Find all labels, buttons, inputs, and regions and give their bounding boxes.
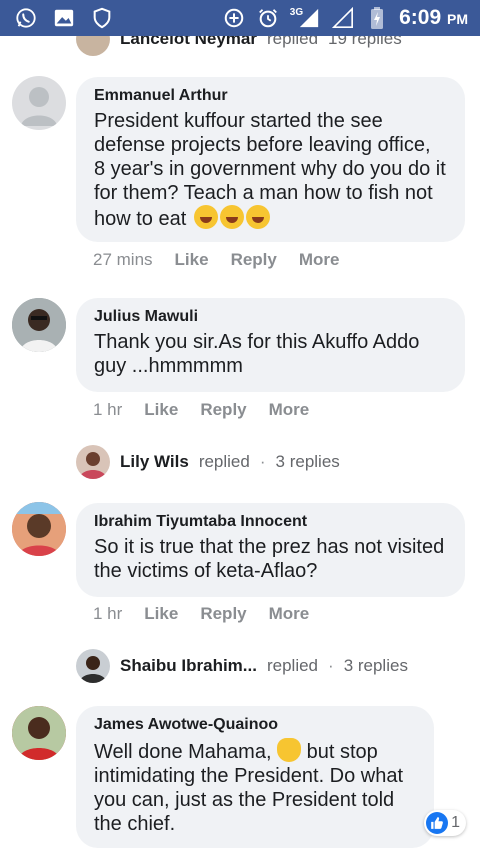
reply-action-text: replied: [266, 656, 319, 675]
clapping-hands-emoji: [277, 738, 302, 762]
reply-author-name[interactable]: Lily Wils: [120, 452, 189, 472]
comment-timestamp: 27 mins: [93, 250, 153, 269]
comment-text: President kuffour started the see defens…: [94, 110, 446, 230]
comment-author[interactable]: Emmanuel Arthur: [94, 87, 447, 105]
avatar[interactable]: [12, 298, 66, 352]
whatsapp-icon: [14, 6, 38, 30]
reply-button[interactable]: Reply: [231, 250, 277, 270]
battery-charging-icon: [365, 6, 389, 30]
data-saver-icon: [222, 6, 246, 30]
avatar[interactable]: [12, 706, 66, 760]
gallery-icon: [52, 6, 76, 30]
separator-dot: ·: [259, 452, 266, 471]
clock: 6:09 PM: [399, 6, 468, 29]
comment-author[interactable]: Ibrahim Tiyumtaba Innocent: [94, 513, 447, 531]
comment-text: So it is true that the prez has not visi…: [94, 536, 445, 582]
reply-count[interactable]: 3 replies: [344, 656, 408, 676]
comment-actions: 1 hr Like Reply More: [93, 400, 309, 420]
reply-summary-row[interactable]: Lily Wils replied · 3 replies: [76, 445, 340, 479]
like-count: 1: [451, 814, 460, 831]
more-button[interactable]: More: [269, 604, 310, 624]
more-button[interactable]: More: [269, 400, 310, 420]
signal-empty-icon: [331, 6, 355, 30]
network-type-label: 3G: [289, 6, 304, 18]
comment-bubble[interactable]: Julius Mawuli Thank you sir.As for this …: [76, 298, 465, 392]
status-bar: 3G 6:09 PM: [0, 0, 480, 36]
comment-actions: 27 mins Like Reply More: [93, 250, 339, 270]
reply-author-name[interactable]: Shaibu Ibrahim...: [120, 656, 257, 676]
avatar: [76, 649, 110, 683]
reply-count[interactable]: 3 replies: [276, 452, 340, 472]
comment-text: Well done Mahama, but stop intimidating …: [94, 738, 416, 836]
comment-actions: 1 hr Like Reply More: [93, 604, 309, 624]
separator-dot: ·: [328, 656, 334, 675]
rolling-laughing-emoji: [219, 205, 244, 229]
reply-button[interactable]: Reply: [200, 400, 246, 420]
like-button[interactable]: Like: [144, 400, 178, 420]
comment-bubble[interactable]: James Awotwe-Quainoo Well done Mahama, b…: [76, 706, 434, 848]
comment-text: Thank you sir.As for this Akuffo Addo gu…: [94, 331, 420, 377]
reply-action-text: replied: [198, 452, 250, 471]
shield-icon: [90, 6, 114, 30]
like-button[interactable]: Like: [175, 250, 209, 270]
avatar[interactable]: [12, 76, 66, 130]
comment-bubble[interactable]: Emmanuel Arthur President kuffour starte…: [76, 77, 465, 242]
alarm-icon: [256, 6, 280, 30]
like-button[interactable]: Like: [144, 604, 178, 624]
thumbs-up-icon: [426, 812, 449, 834]
comment-author[interactable]: James Awotwe-Quainoo: [94, 716, 416, 734]
rolling-laughing-emoji: [245, 205, 270, 229]
reaction-count-badge[interactable]: 1: [424, 810, 466, 836]
reply-button[interactable]: Reply: [200, 604, 246, 624]
comment-timestamp: 1 hr: [93, 604, 123, 623]
comment-author[interactable]: Julius Mawuli: [94, 308, 447, 326]
more-button[interactable]: More: [299, 250, 340, 270]
rolling-laughing-emoji: [193, 205, 218, 229]
comment-timestamp: 1 hr: [93, 400, 123, 419]
avatar[interactable]: [12, 502, 66, 556]
avatar: [76, 445, 110, 479]
comment-bubble[interactable]: Ibrahim Tiyumtaba Innocent So it is true…: [76, 503, 465, 597]
reply-summary-row[interactable]: Shaibu Ibrahim... replied · 3 replies: [76, 649, 408, 683]
